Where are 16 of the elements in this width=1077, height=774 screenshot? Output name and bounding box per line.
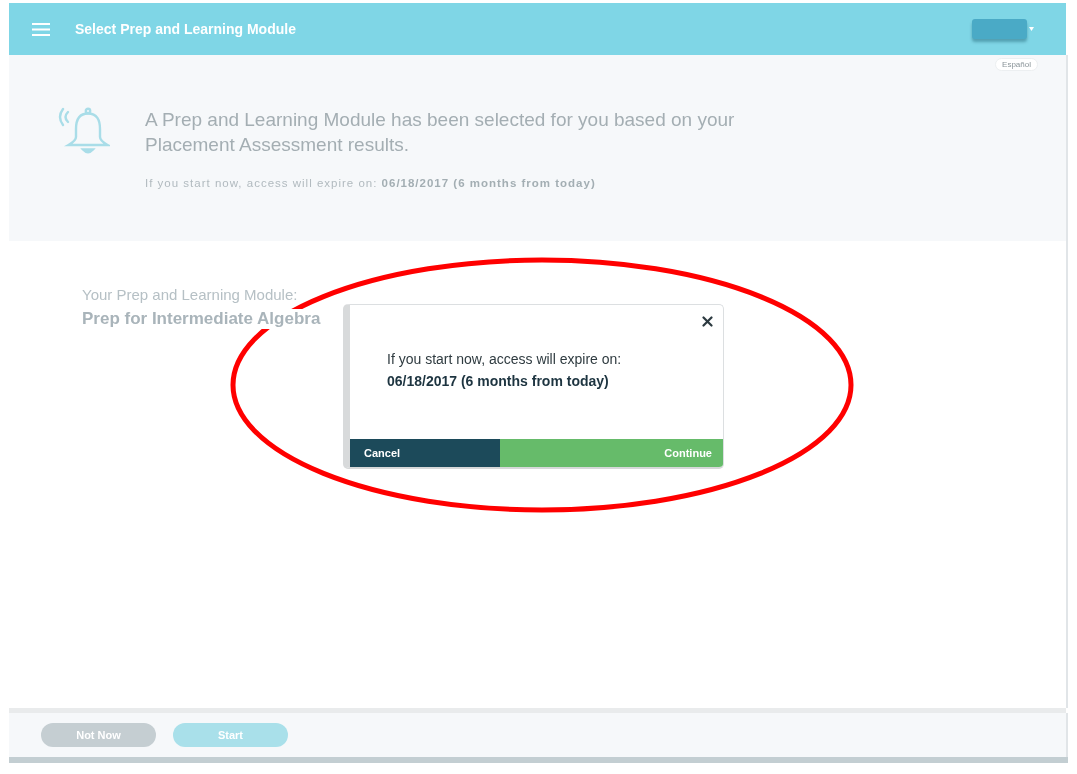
language-link[interactable]: Español — [995, 58, 1038, 71]
menu-icon[interactable] — [32, 22, 50, 36]
dropdown-button[interactable] — [972, 19, 1027, 39]
expiry-note: If you start now, access will expire on: 06/18/2017 (6 months from today) — [145, 176, 596, 190]
module-label: Your Prep and Learning Module: — [82, 286, 298, 304]
dialog-message: If you start now, access will expire on: — [387, 350, 622, 369]
caret-icon[interactable] — [1029, 27, 1034, 31]
close-icon[interactable] — [702, 316, 713, 327]
start-button[interactable]: Start — [173, 723, 288, 747]
continue-button[interactable]: Continue — [500, 439, 723, 467]
not-now-button[interactable]: Not Now — [41, 723, 156, 747]
expiry-date: 06/18/2017 (6 months from today) — [387, 372, 609, 391]
banner-headline: A Prep and Learning Module has been selected for you based on your Placement Assessment results. — [145, 108, 736, 157]
page-title: Select Prep and Learning Module — [75, 21, 297, 37]
cancel-button[interactable]: Cancel — [350, 439, 500, 467]
module-name: Prep for Intermediate Algebra — [82, 309, 321, 329]
